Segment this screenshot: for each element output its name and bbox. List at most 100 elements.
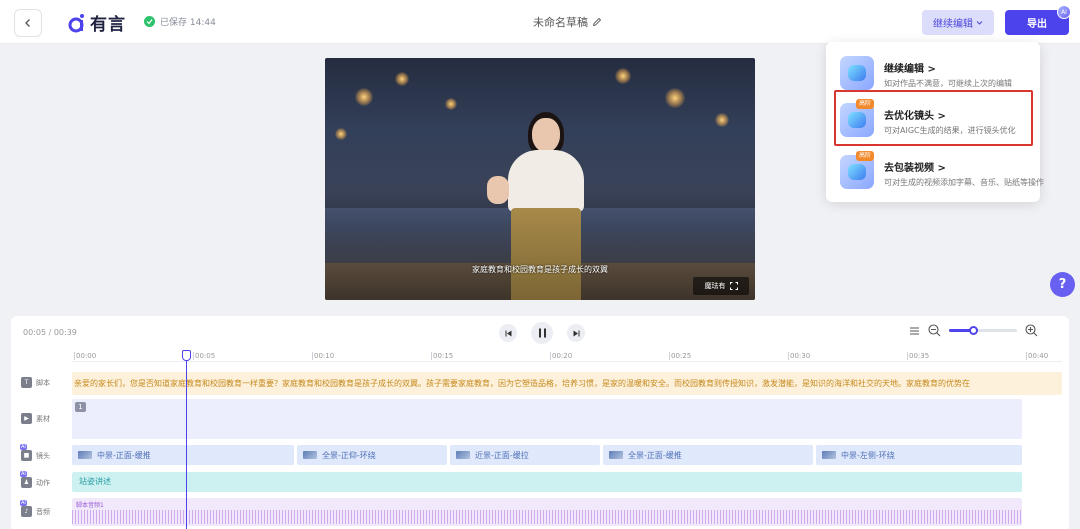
next-button[interactable] <box>567 324 585 342</box>
playhead-line <box>186 352 187 529</box>
edit-pencil-icon[interactable] <box>592 17 602 27</box>
chevron-left-icon <box>25 19 30 27</box>
ruler-tick: 00:05 <box>192 352 216 360</box>
zoom-slider[interactable] <box>949 326 1017 335</box>
ruler-tick: 00:00 <box>73 352 97 360</box>
shot-segment[interactable]: 中景-正面-缓推 <box>72 445 294 465</box>
app-logo[interactable]: 有言 <box>68 10 126 35</box>
help-button[interactable]: ? <box>1050 272 1075 297</box>
presenter-skirt <box>511 208 581 300</box>
chevron-down-icon <box>976 21 983 25</box>
skip-back-icon <box>505 330 511 336</box>
menu-item-optimize-shot[interactable]: 高阶 去优化镜头 > 可对AIGC生成的结果，进行镜头优化 <box>836 97 1032 143</box>
video-preview[interactable]: 家庭教育和校园教育是孩子成长的双翼 魔珐有 <box>325 58 755 300</box>
script-track[interactable]: 亲爱的家长们，您是否知道家庭教育和校园教育一样重要？家庭教育和校园教育是孩子成长… <box>72 372 1062 395</box>
watermark-badge[interactable]: 魔珐有 <box>693 277 749 295</box>
fullscreen-icon[interactable] <box>729 282 738 290</box>
previous-button[interactable] <box>499 324 517 342</box>
shot-segment[interactable]: 全景-正面-缓推 <box>603 445 813 465</box>
ruler-tick: 00:15 <box>430 352 454 360</box>
menu-item-desc: 如对作品不满意，可继续上次的编辑 <box>884 79 1012 88</box>
text-icon: T <box>21 377 32 388</box>
advanced-badge: 高阶 <box>856 99 875 109</box>
top-bar: 有言 已保存 14:44 未命名草稿 继续编辑 导出 AI <box>0 0 1080 44</box>
ai-tag: AI <box>20 444 27 450</box>
shot-segment[interactable]: 全景-正仰-环绕 <box>297 445 447 465</box>
playback-controls <box>499 322 585 344</box>
shot-thumbnail <box>822 451 836 459</box>
menu-item-continue-edit[interactable]: 继续编辑 > 如对作品不满意，可继续上次的编辑 <box>836 50 1032 96</box>
presenter-body <box>508 150 584 212</box>
ruler-tick: 00:20 <box>549 352 573 360</box>
audio-clip-label: 脚本音频1 <box>76 502 104 509</box>
save-status: 已保存 14:44 <box>144 15 216 28</box>
logo-mark-icon <box>68 13 84 32</box>
action-track[interactable]: 站姿讲述 <box>72 472 1022 492</box>
time-ruler[interactable]: 00:00 00:05 00:10 00:15 00:20 00:25 00:30 00:35… <box>72 350 1062 362</box>
document-title[interactable]: 未命名草稿 <box>533 14 602 30</box>
row-label-action: ♟ AI 动作 <box>20 471 50 488</box>
ruler-tick: 00:40 <box>1025 352 1049 360</box>
zoom-controls <box>909 324 1038 337</box>
time-display: 00:05 / 00:39 <box>23 328 77 337</box>
save-status-text: 已保存 14:44 <box>160 18 216 28</box>
document-title-text: 未命名草稿 <box>533 16 588 29</box>
menu-item-title: 去优化镜头 > <box>884 111 946 122</box>
shot-thumbnail <box>609 451 623 459</box>
presenter-head <box>532 118 560 152</box>
light-decoration <box>395 72 409 86</box>
menu-item-desc: 可对生成的视频添加字幕、音乐、贴纸等操作 <box>884 178 1044 187</box>
play-icon: ▶ <box>21 413 32 424</box>
menu-item-package-video[interactable]: 高阶 去包装视频 > 可对生成的视频添加字幕、音乐、贴纸等操作 <box>836 149 1044 195</box>
menu-item-title: 继续编辑 > <box>884 64 936 75</box>
light-decoration <box>665 88 685 108</box>
presenter-arm <box>487 176 509 204</box>
continue-edit-menu: 继续编辑 > 如对作品不满意，可继续上次的编辑 高阶 去优化镜头 > 可对AIG… <box>826 42 1044 202</box>
ruler-tick: 00:35 <box>906 352 930 360</box>
ai-tag: AI <box>20 500 27 506</box>
list-icon[interactable] <box>909 326 920 336</box>
light-decoration <box>355 88 373 106</box>
pause-icon <box>538 328 546 338</box>
shot-thumbnail <box>303 451 317 459</box>
zoom-out-icon[interactable] <box>928 324 941 337</box>
person-icon: ♟ AI <box>20 471 32 488</box>
row-label-shot: ■ AI 镜头 <box>20 444 50 461</box>
audio-track[interactable]: 脚本音频1 <box>72 498 1022 526</box>
shot-thumbnail <box>78 451 92 459</box>
music-icon: ♪ AI <box>20 500 32 517</box>
ai-tag: AI <box>20 471 27 477</box>
ruler-tick: 00:25 <box>668 352 692 360</box>
ruler-tick: 00:10 <box>311 352 335 360</box>
menu-item-desc: 可对AIGC生成的结果，进行镜头优化 <box>884 126 1016 135</box>
logo-text: 有言 <box>90 15 126 35</box>
camera-icon: ■ AI <box>20 444 32 461</box>
advanced-badge: 高阶 <box>856 151 875 161</box>
shot-thumbnail <box>456 451 470 459</box>
video-subtitle: 家庭教育和校园教育是孩子成长的双翼 <box>472 265 608 274</box>
light-decoration <box>715 113 729 127</box>
ruler-tick: 00:30 <box>787 352 811 360</box>
playhead-handle[interactable] <box>182 350 191 361</box>
shot-segment[interactable]: 近景-正面-缓拉 <box>450 445 600 465</box>
zoom-in-icon[interactable] <box>1025 324 1038 337</box>
material-track[interactable]: 1 <box>72 399 1022 439</box>
timeline-panel: 00:05 / 00:39 00:00 00:05 00:10 00:15 00:20 0… <box>11 316 1069 529</box>
material-index-badge: 1 <box>75 402 86 412</box>
audio-waveform <box>72 510 1022 524</box>
shot-segment[interactable]: 中景-左侧-环绕 <box>816 445 1022 465</box>
skip-forward-icon <box>573 330 579 336</box>
row-label-material: ▶ 素材 <box>21 413 50 424</box>
continue-edit-dropdown-button[interactable]: 继续编辑 <box>922 10 994 35</box>
light-decoration <box>335 128 347 140</box>
row-label-audio: ♪ AI 音频 <box>20 500 50 517</box>
row-label-script: T 脚本 <box>21 377 50 388</box>
edit-illustration-icon <box>840 56 874 90</box>
back-button[interactable] <box>14 9 42 37</box>
pause-button[interactable] <box>531 322 553 344</box>
check-icon <box>144 16 155 27</box>
user-avatar[interactable]: AI <box>1057 5 1071 19</box>
light-decoration <box>445 98 457 110</box>
zoom-slider-handle[interactable] <box>968 326 978 335</box>
watermark-text: 魔珐有 <box>704 282 726 290</box>
